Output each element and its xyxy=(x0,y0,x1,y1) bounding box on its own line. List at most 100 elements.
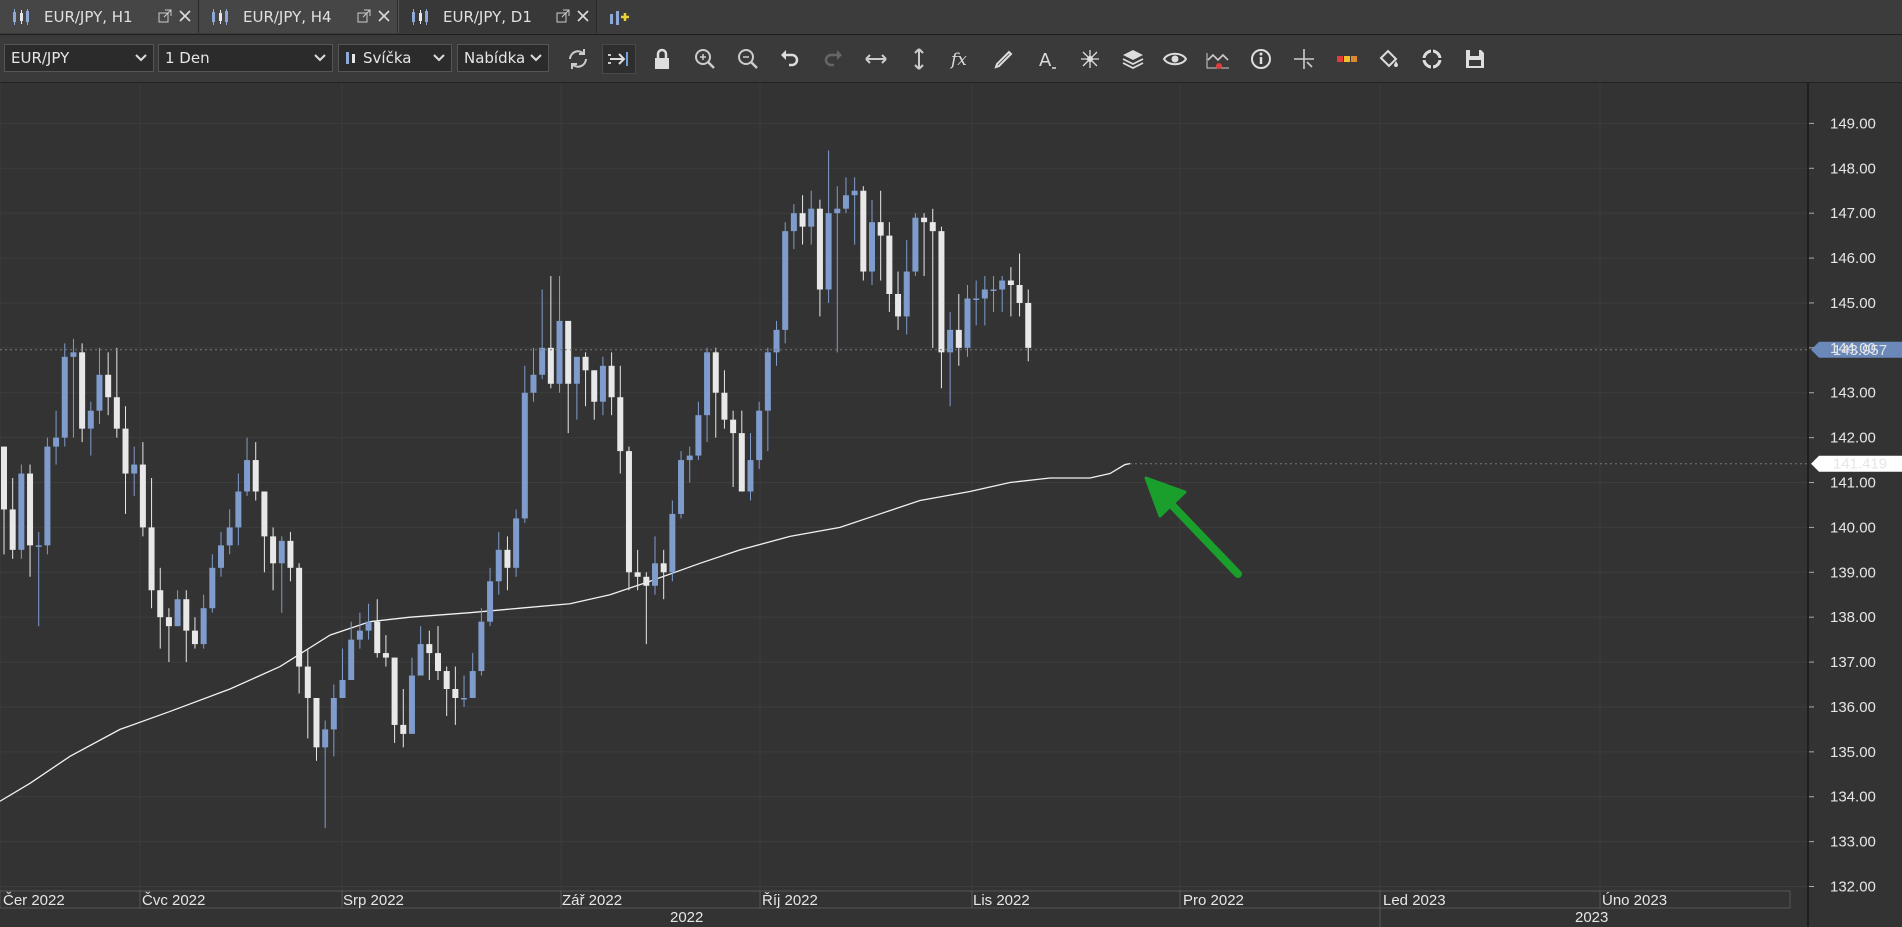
candle-body xyxy=(981,289,988,299)
detach-tab-icon[interactable] xyxy=(158,9,172,23)
pattern-tool-button[interactable] xyxy=(1073,44,1107,74)
candlestick-icon xyxy=(13,8,29,25)
visibility-button[interactable] xyxy=(1158,44,1192,74)
y-tick-label: 140.00 xyxy=(1830,519,1876,536)
candle-body xyxy=(938,231,945,353)
candle-body xyxy=(53,437,60,447)
candle-body xyxy=(105,374,112,398)
x-tick-label: Lis 2022 xyxy=(973,892,1030,909)
candle-body xyxy=(348,639,355,681)
candle-body xyxy=(799,213,806,227)
period-select[interactable]: 1 Den xyxy=(158,44,333,72)
crosshair-button[interactable] xyxy=(1287,44,1321,74)
candle-body xyxy=(738,433,745,492)
y-tick-label: 147.00 xyxy=(1830,205,1876,222)
chart-tab-bar: EUR/JPY, H1 EUR/JPY, H4 EUR/JPY, D1 xyxy=(0,0,1902,35)
redo-icon xyxy=(824,50,842,67)
candle-body xyxy=(313,697,320,748)
info-button[interactable] xyxy=(1244,44,1278,74)
candle-body xyxy=(513,518,520,568)
candle-body xyxy=(270,536,277,564)
refresh-button[interactable] xyxy=(561,44,595,74)
candle-body xyxy=(79,352,86,429)
candle-body xyxy=(521,392,528,519)
close-tab-icon[interactable] xyxy=(377,9,391,23)
x-tick-label: Led 2023 xyxy=(1383,892,1446,909)
candle-body xyxy=(1025,302,1032,348)
zoom-in-button[interactable] xyxy=(688,44,722,74)
price-chart[interactable]: 143.957 141.419 149.00 148.00 147.00 146.00 1… xyxy=(0,83,1902,927)
y-tick-label: 136.00 xyxy=(1830,699,1876,716)
tab-eurjpy-h1[interactable]: EUR/JPY, H1 xyxy=(0,0,199,33)
chevron-down-icon xyxy=(433,54,445,62)
candle-body xyxy=(287,540,294,568)
close-tab-icon[interactable] xyxy=(576,9,590,23)
redo-button[interactable] xyxy=(816,44,850,74)
candle-body xyxy=(599,365,606,402)
candle-body xyxy=(1007,280,1014,285)
candle-body xyxy=(573,356,580,384)
candle-body xyxy=(530,374,537,393)
text-tool-button[interactable]: A xyxy=(1030,44,1064,74)
lock-button[interactable] xyxy=(645,44,679,74)
chevron-down-icon xyxy=(530,54,542,62)
candle-body xyxy=(695,415,702,456)
auto-shift-button[interactable] xyxy=(602,44,636,74)
draw-pencil-button[interactable] xyxy=(987,44,1021,74)
candle-body xyxy=(382,653,389,658)
layers-button[interactable] xyxy=(1116,44,1150,74)
candle-body xyxy=(27,473,34,546)
close-tab-icon[interactable] xyxy=(178,9,192,23)
candle-body xyxy=(869,222,875,272)
tab-eurjpy-h4[interactable]: EUR/JPY, H4 xyxy=(199,0,398,33)
chart-type-select[interactable]: Svíčka xyxy=(338,44,452,72)
detach-tab-icon[interactable] xyxy=(556,9,570,23)
candlestick-icon xyxy=(412,8,428,25)
compass-button[interactable] xyxy=(1415,44,1449,74)
detach-tab-icon[interactable] xyxy=(357,9,371,23)
candle-body xyxy=(252,460,259,492)
tab-eurjpy-d1[interactable]: EUR/JPY, D1 xyxy=(398,0,597,33)
candle-body xyxy=(921,217,928,223)
candlestick-chart[interactable]: 143.957141.419 149.00148.00147.00146.001… xyxy=(0,83,1902,927)
candle-body xyxy=(678,460,685,514)
candle-body xyxy=(652,563,658,586)
y-tick-label: 146.00 xyxy=(1830,250,1876,267)
candle-body xyxy=(730,419,737,434)
price-side-select[interactable]: Nabídka xyxy=(457,44,549,72)
candle-body xyxy=(912,217,919,272)
time-axis xyxy=(0,891,1790,927)
indicators-button[interactable]: fx xyxy=(944,44,978,74)
signals-icon xyxy=(1206,53,1229,69)
candle-body xyxy=(200,608,207,645)
candle-body xyxy=(582,356,589,371)
candle-body xyxy=(426,644,433,654)
svg-text:A: A xyxy=(1039,50,1052,71)
undo-button[interactable] xyxy=(773,44,807,74)
vertical-scale-button[interactable] xyxy=(902,44,936,74)
theme-button[interactable] xyxy=(1330,44,1364,74)
candle-body xyxy=(825,213,832,290)
instrument-value: EUR/JPY xyxy=(11,49,70,67)
candle-body xyxy=(617,397,624,452)
fill-color-button[interactable] xyxy=(1372,44,1406,74)
candle-body xyxy=(947,329,954,353)
instrument-select[interactable]: EUR/JPY xyxy=(4,44,154,72)
compass-icon xyxy=(1421,48,1443,70)
candle-body xyxy=(903,271,910,317)
candle-body xyxy=(18,473,25,550)
candle-body xyxy=(504,549,511,568)
horizontal-scale-button[interactable] xyxy=(859,44,893,74)
candle-body xyxy=(591,370,598,402)
candle-body xyxy=(374,621,381,654)
candle-body xyxy=(495,549,502,582)
save-icon xyxy=(1466,50,1484,68)
add-chart-icon[interactable] xyxy=(606,5,630,29)
candle-body xyxy=(87,410,94,429)
signals-button[interactable] xyxy=(1201,44,1235,74)
save-button[interactable] xyxy=(1458,44,1492,74)
candle-body xyxy=(400,724,407,734)
candle-body xyxy=(165,617,172,627)
candle-body xyxy=(782,231,789,330)
zoom-out-button[interactable] xyxy=(731,44,765,74)
